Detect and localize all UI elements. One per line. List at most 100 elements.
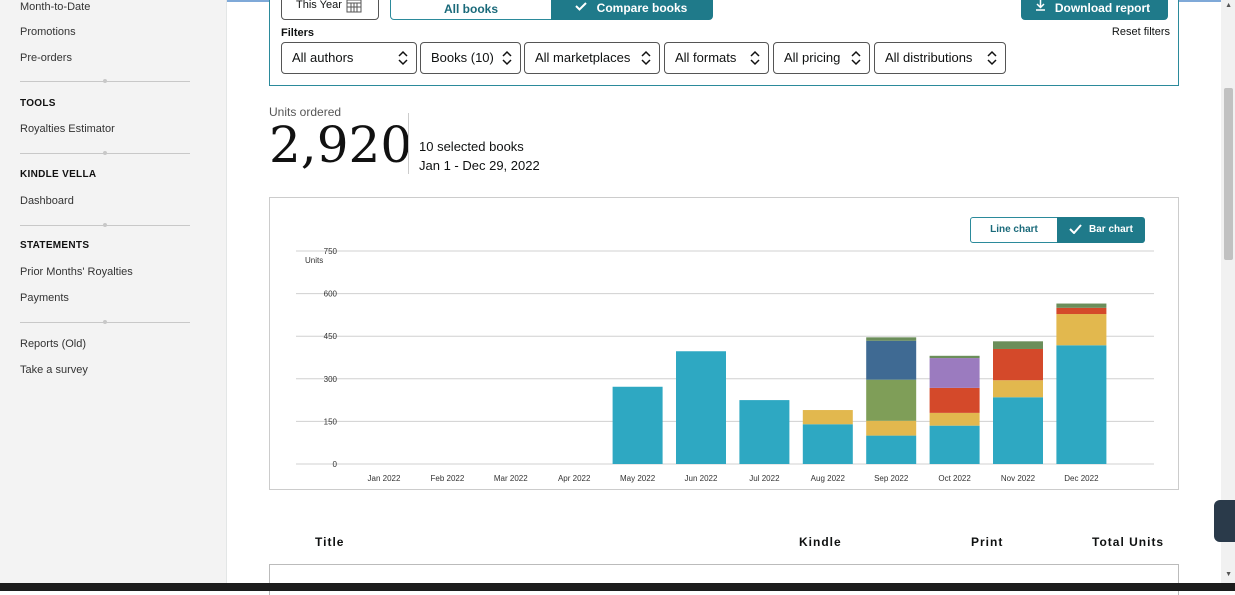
vertical-scrollbar[interactable]: ▲ ▼: [1221, 0, 1235, 583]
scrollbar-thumb[interactable]: [1224, 88, 1233, 260]
column-header-title[interactable]: Title: [315, 535, 344, 549]
chevron-updown-icon: [398, 50, 408, 66]
bar-segment: [929, 387, 980, 413]
y-tick-label: 150: [324, 417, 338, 426]
bar-segment: [1056, 314, 1107, 346]
filter-panel: This Year All books Compare books Downlo…: [269, 0, 1179, 86]
bar-segment: [866, 337, 917, 341]
bar-segment: [1056, 303, 1107, 308]
sidebar: Month-to-Date Promotions Pre-orders TOOL…: [0, 0, 227, 583]
sidebar-divider: [20, 223, 190, 227]
sidebar-heading-statements: STATEMENTS: [20, 240, 90, 251]
bar-segment: [866, 420, 917, 436]
bar-segment: [929, 425, 980, 464]
bar-segment: [866, 435, 917, 464]
pricing-dropdown[interactable]: All pricing: [773, 42, 870, 74]
distributions-dropdown[interactable]: All distributions: [874, 42, 1006, 74]
bar-segment: [866, 379, 917, 421]
bar-segment: [993, 341, 1043, 349]
chevron-updown-icon: [750, 50, 760, 66]
x-tick-label: Dec 2022: [1064, 474, 1099, 483]
chevron-updown-icon: [641, 50, 651, 66]
y-axis-label: Units: [305, 256, 323, 265]
scroll-up-arrow-icon[interactable]: ▲: [1225, 2, 1232, 9]
chart-container: Line chart Bar chart Units 0 150 300 450 600 7…: [269, 197, 1179, 490]
all-books-toggle[interactable]: All books: [390, 0, 552, 20]
sidebar-item-prior-months-royalties[interactable]: Prior Months' Royalties: [20, 266, 133, 278]
dropdown-value: All authors: [292, 50, 354, 65]
sidebar-item-pre-orders[interactable]: Pre-orders: [20, 52, 72, 64]
x-tick-label: Jan 2022: [368, 474, 401, 483]
download-report-label: Download report: [1054, 1, 1151, 15]
compare-books-toggle[interactable]: Compare books: [551, 0, 713, 20]
x-tick-label: Oct 2022: [938, 474, 971, 483]
reset-filters-link[interactable]: Reset filters: [1112, 26, 1170, 38]
filters-label: Filters: [281, 27, 315, 39]
units-bar-chart: Units 0 150 300 450 600 750 Jan 2022 Feb 2022 Mar…: [296, 247, 1154, 483]
dropdown-value: All marketplaces: [535, 50, 631, 65]
column-header-print[interactable]: Print: [971, 535, 1003, 549]
dropdown-value: All distributions: [885, 50, 973, 65]
os-taskbar: [0, 583, 1235, 591]
authors-dropdown[interactable]: All authors: [281, 42, 417, 74]
y-tick-label: 450: [324, 332, 338, 341]
teamviewer-tab-icon[interactable]: [1214, 500, 1235, 542]
units-ordered-value: 2,920: [269, 116, 413, 174]
compare-books-label: Compare books: [596, 1, 688, 15]
column-header-total-units[interactable]: Total Units: [1092, 535, 1164, 549]
bar-segment: [1056, 345, 1107, 464]
sidebar-divider: [20, 151, 190, 155]
checkmark-icon: [575, 2, 587, 11]
x-tick-label: Jul 2022: [749, 474, 780, 483]
download-icon: [1036, 0, 1045, 11]
scroll-down-arrow-icon[interactable]: ▼: [1225, 571, 1232, 578]
summary-divider: [408, 113, 409, 174]
bar-segment: [676, 351, 726, 464]
y-tick-label: 0: [333, 460, 338, 469]
x-tick-label: Jun 2022: [685, 474, 718, 483]
selected-books-text: 10 selected books: [419, 139, 524, 154]
x-tick-label: Feb 2022: [430, 474, 464, 483]
bar-segment: [802, 410, 853, 425]
bar-segment: [929, 358, 980, 388]
bar-segment: [993, 380, 1043, 398]
bar-segment: [739, 400, 790, 464]
sidebar-item-royalties-estimator[interactable]: Royalties Estimator: [20, 123, 115, 135]
date-range-button[interactable]: This Year: [281, 0, 379, 20]
x-tick-label: Aug 2022: [811, 474, 846, 483]
calendar-icon: [346, 0, 362, 13]
formats-dropdown[interactable]: All formats: [664, 42, 769, 74]
chevron-updown-icon: [987, 50, 997, 66]
x-tick-label: May 2022: [620, 474, 656, 483]
sidebar-item-reports-old[interactable]: Reports (Old): [20, 338, 86, 350]
sidebar-item-dashboard[interactable]: Dashboard: [20, 195, 74, 207]
sidebar-heading-tools: TOOLS: [20, 98, 56, 109]
sidebar-item-payments[interactable]: Payments: [20, 292, 69, 304]
dropdown-value: Books (10): [431, 50, 494, 65]
chevron-updown-icon: [502, 50, 512, 66]
date-range-text: Jan 1 - Dec 29, 2022: [419, 158, 540, 173]
sidebar-item-promotions[interactable]: Promotions: [20, 26, 76, 38]
bar-segment: [802, 424, 853, 464]
date-range-label: This Year: [296, 0, 342, 11]
x-tick-label: Apr 2022: [558, 474, 591, 483]
bar-segment: [993, 348, 1043, 381]
bar-segment: [929, 355, 980, 359]
sidebar-item-month-to-date[interactable]: Month-to-Date: [20, 1, 90, 13]
download-report-button[interactable]: Download report: [1021, 0, 1168, 20]
dropdown-value: All pricing: [784, 50, 841, 65]
x-tick-label: Sep 2022: [874, 474, 909, 483]
bar-segment: [612, 386, 663, 464]
sidebar-divider: [20, 320, 190, 324]
x-tick-label: Nov 2022: [1001, 474, 1036, 483]
column-header-kindle[interactable]: Kindle: [799, 535, 842, 549]
sidebar-item-take-a-survey[interactable]: Take a survey: [20, 364, 88, 376]
y-tick-label: 600: [324, 290, 338, 299]
marketplaces-dropdown[interactable]: All marketplaces: [524, 42, 660, 74]
dropdown-value: All formats: [675, 50, 737, 65]
bar-segment: [929, 412, 980, 426]
books-dropdown[interactable]: Books (10): [420, 42, 521, 74]
sidebar-divider: [20, 79, 190, 83]
y-tick-label: 300: [324, 375, 338, 384]
bar-segment: [866, 340, 917, 380]
